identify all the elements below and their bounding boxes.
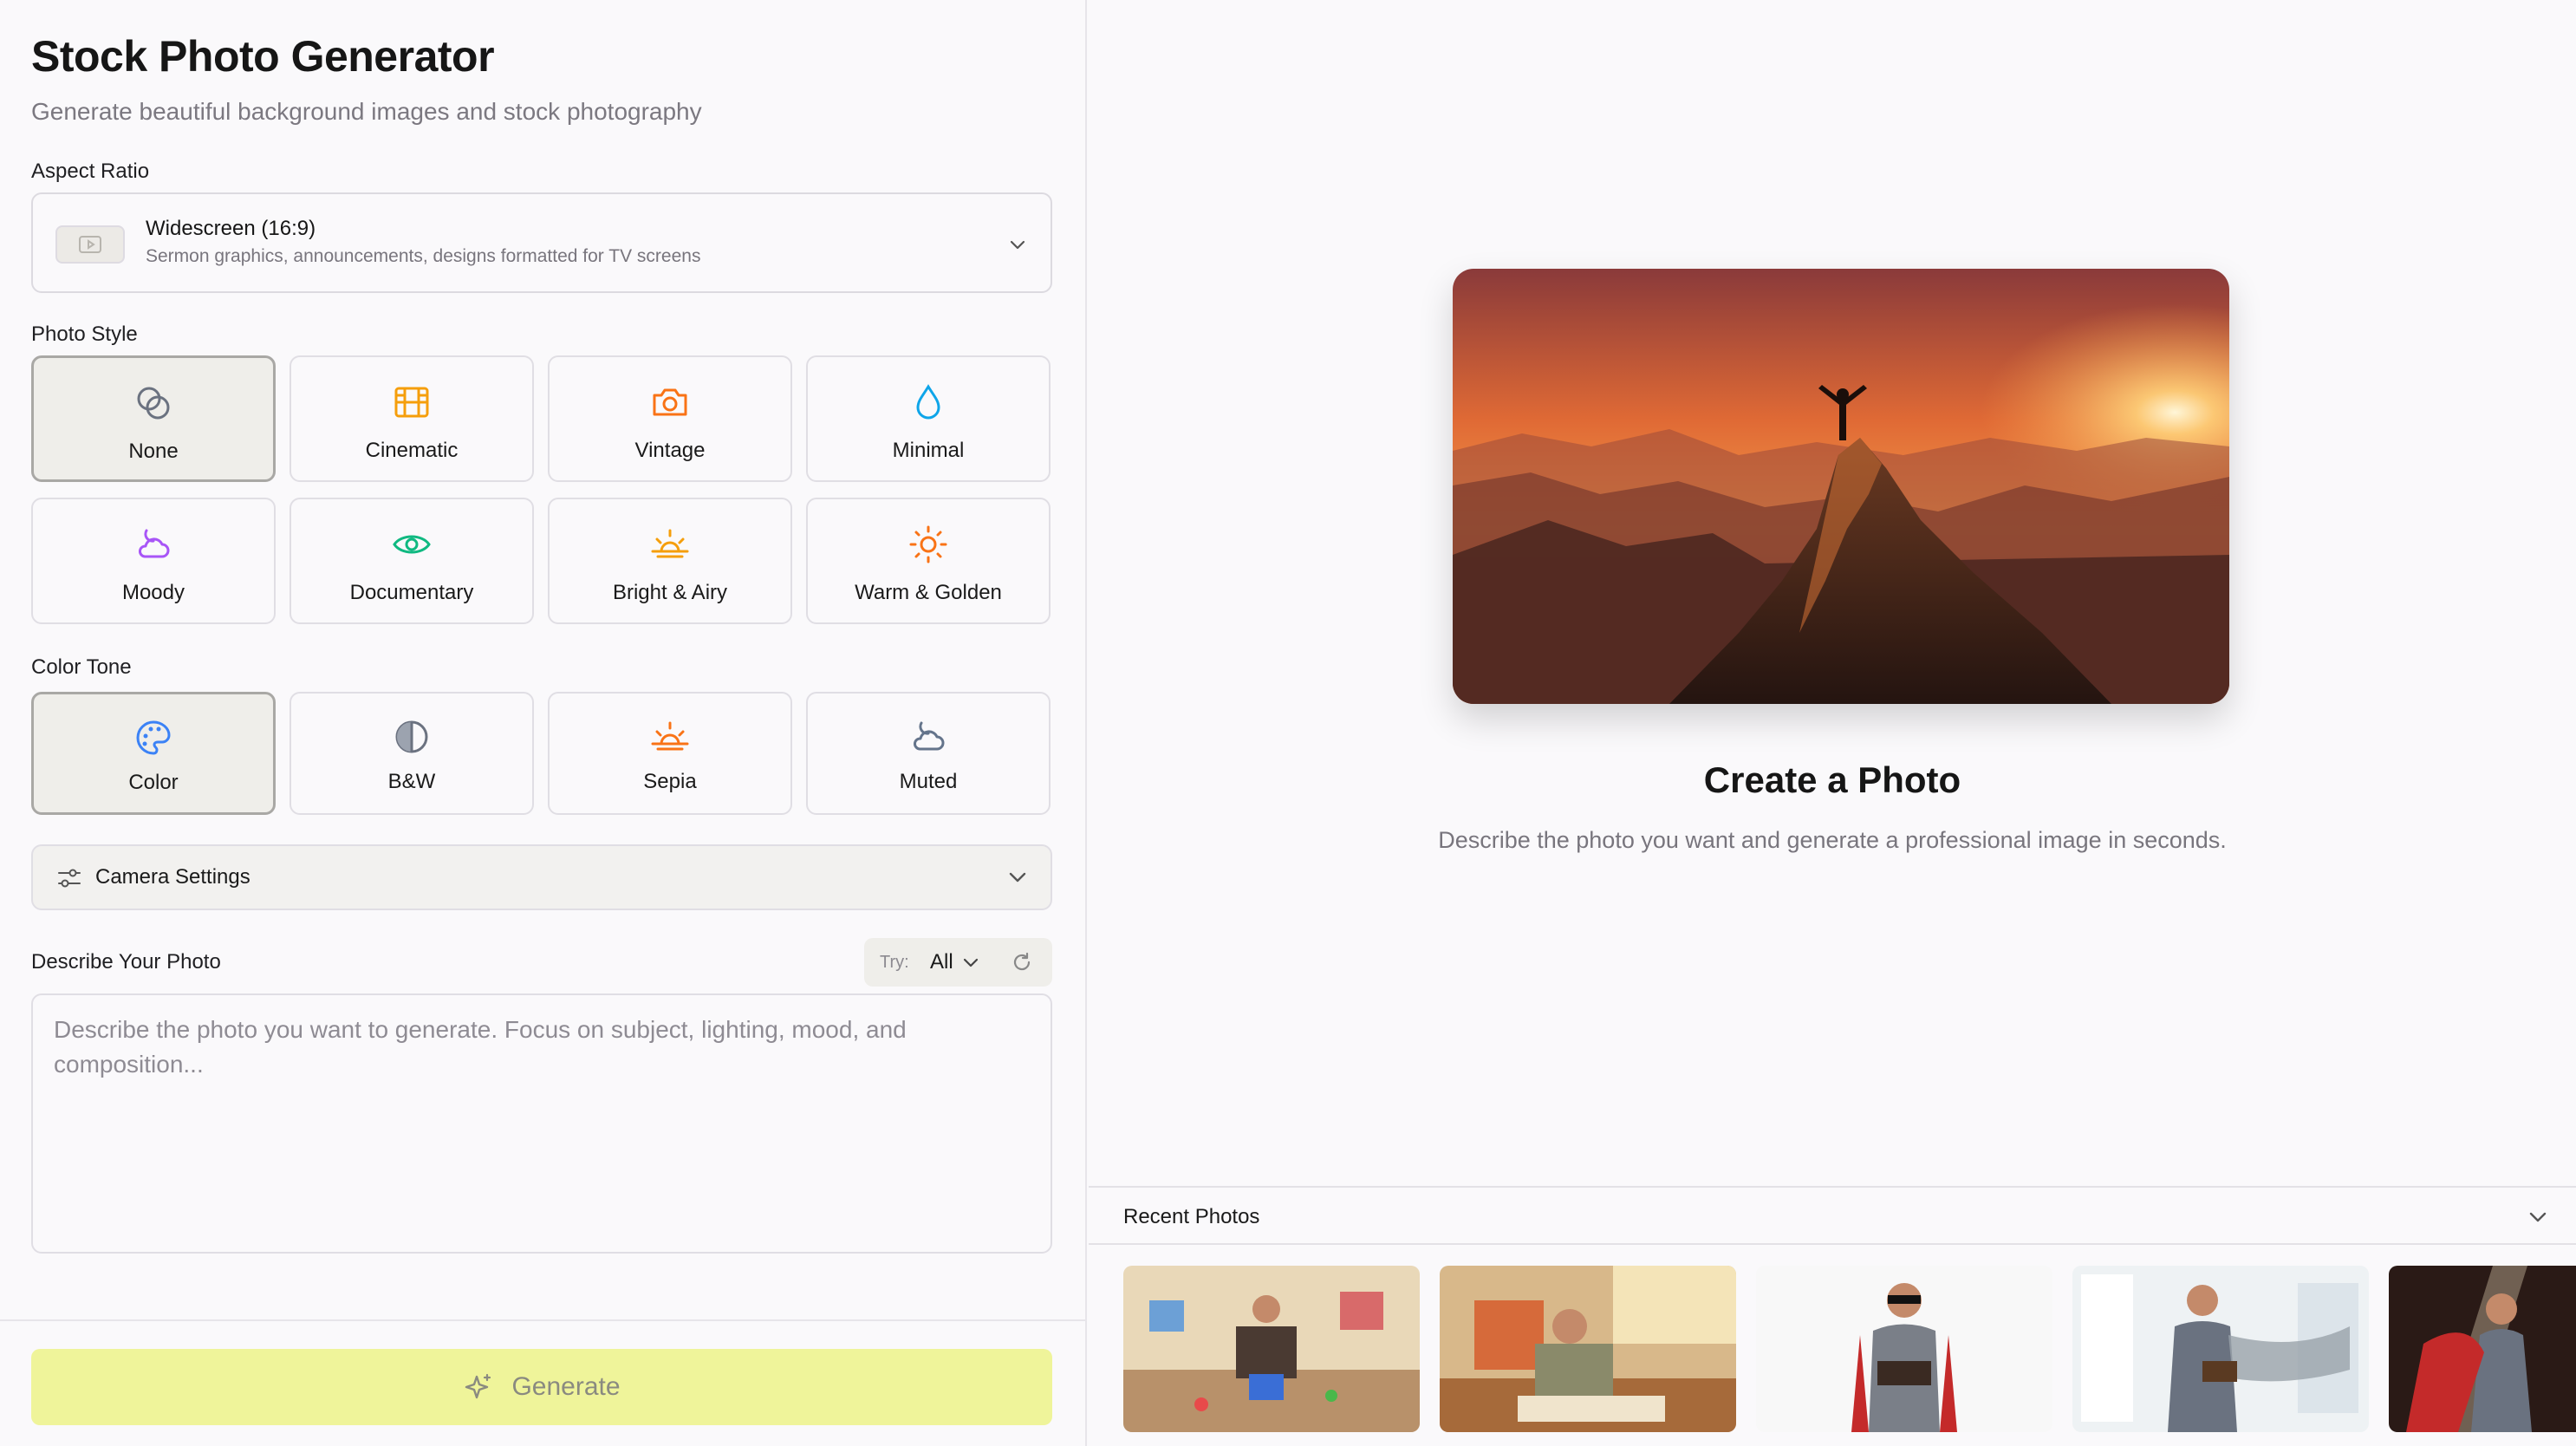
style-label: Minimal	[892, 439, 965, 462]
recent-photo-thumbnail[interactable]	[1123, 1266, 1420, 1432]
sun-icon	[909, 525, 947, 563]
style-bright-airy[interactable]: Bright & Airy	[548, 498, 792, 624]
style-cinematic[interactable]: Cinematic	[289, 355, 534, 482]
chevron-down-icon	[963, 958, 979, 967]
masked-man-photo	[1756, 1266, 2052, 1432]
chevron-down-icon	[2529, 1212, 2547, 1222]
refresh-icon[interactable]	[1010, 950, 1034, 974]
style-minimal[interactable]: Minimal	[806, 355, 1051, 482]
tone-label: B&W	[387, 770, 436, 793]
aspect-ratio-value: Widescreen (16:9)	[146, 217, 316, 240]
style-label: Vintage	[634, 439, 706, 462]
tone-bw[interactable]: B&W	[289, 692, 534, 815]
preview-panel: Create a Photo Describe the photo you wa…	[1089, 0, 2576, 1446]
circles-overlap-icon	[137, 387, 170, 420]
film-icon	[394, 387, 429, 418]
tone-color[interactable]: Color	[31, 692, 276, 815]
style-vintage[interactable]: Vintage	[548, 355, 792, 482]
camera-settings-toggle[interactable]: Camera Settings	[31, 844, 1052, 910]
tone-label: Color	[128, 771, 179, 794]
classroom-photo	[1123, 1266, 1420, 1432]
style-warm-golden[interactable]: Warm & Golden	[806, 498, 1051, 624]
aspect-ratio-label: Aspect Ratio	[31, 160, 150, 183]
divider	[0, 1319, 1087, 1321]
sliders-icon	[58, 869, 81, 888]
cloud-sun-icon	[914, 721, 945, 751]
widescreen-thumbnail	[55, 225, 125, 264]
palette-icon	[136, 720, 171, 755]
camera-settings-label: Camera Settings	[95, 865, 250, 889]
aspect-ratio-select[interactable]: Widescreen (16:9) Sermon graphics, annou…	[31, 192, 1052, 293]
try-example-selector[interactable]: Try: All	[864, 938, 1052, 987]
aspect-ratio-description: Sermon graphics, announcements, designs …	[146, 246, 701, 266]
try-value: All	[930, 950, 953, 974]
create-photo-subtitle: Describe the photo you want and generate…	[1438, 827, 2227, 853]
recent-photo-thumbnail[interactable]	[1756, 1266, 2052, 1432]
style-documentary[interactable]: Documentary	[289, 498, 534, 624]
style-moody[interactable]: Moody	[31, 498, 276, 624]
style-none[interactable]: None	[31, 355, 276, 482]
chevron-down-icon	[1009, 872, 1026, 883]
sunrise-icon	[651, 529, 689, 558]
generate-button[interactable]: Generate	[31, 1349, 1052, 1425]
camera-icon	[653, 388, 687, 416]
caped-hero-stage-photo	[2389, 1266, 2576, 1432]
style-label: Cinematic	[365, 439, 459, 462]
video-icon	[79, 236, 101, 253]
recent-photos-toggle[interactable]: Recent Photos	[1089, 1186, 2576, 1245]
mountain-sunset-illustration	[1453, 269, 2229, 704]
app-subtitle: Generate beautiful background images and…	[31, 98, 702, 125]
describe-label: Describe Your Photo	[31, 950, 221, 974]
eye-icon	[393, 535, 431, 554]
sunset-icon	[651, 721, 689, 751]
tone-muted[interactable]: Muted	[806, 692, 1051, 815]
recent-photo-thumbnail[interactable]	[1440, 1266, 1736, 1432]
style-label: Documentary	[349, 581, 474, 604]
droplet-icon	[916, 384, 940, 420]
chevron-down-icon	[1010, 240, 1025, 250]
sparkles-icon	[465, 1373, 491, 1399]
app-title: Stock Photo Generator	[31, 32, 495, 81]
style-label: Bright & Airy	[612, 581, 728, 604]
style-label: None	[128, 440, 179, 463]
recent-photo-thumbnail[interactable]	[2072, 1266, 2369, 1432]
sample-photo	[1453, 269, 2229, 704]
tone-label: Sepia	[643, 770, 697, 793]
photo-description-input[interactable]	[31, 993, 1052, 1254]
recent-photo-thumbnail[interactable]	[2389, 1266, 2576, 1432]
try-label: Try:	[880, 953, 909, 972]
caped-man-window-photo	[2072, 1266, 2369, 1432]
tone-label: Muted	[899, 770, 958, 793]
create-photo-title: Create a Photo	[1703, 759, 1961, 800]
recent-photos-label: Recent Photos	[1123, 1205, 1260, 1228]
style-label: Warm & Golden	[855, 581, 1002, 604]
settings-panel: Stock Photo Generator Generate beautiful…	[0, 0, 1087, 1446]
color-tone-label: Color Tone	[31, 655, 132, 679]
photo-style-label: Photo Style	[31, 322, 138, 346]
playroom-photo	[1440, 1266, 1736, 1432]
generate-label: Generate	[511, 1372, 621, 1401]
cloud-moon-icon	[139, 529, 170, 558]
style-label: Moody	[121, 581, 185, 604]
tone-sepia[interactable]: Sepia	[548, 692, 792, 815]
half-circle-icon	[395, 720, 428, 753]
